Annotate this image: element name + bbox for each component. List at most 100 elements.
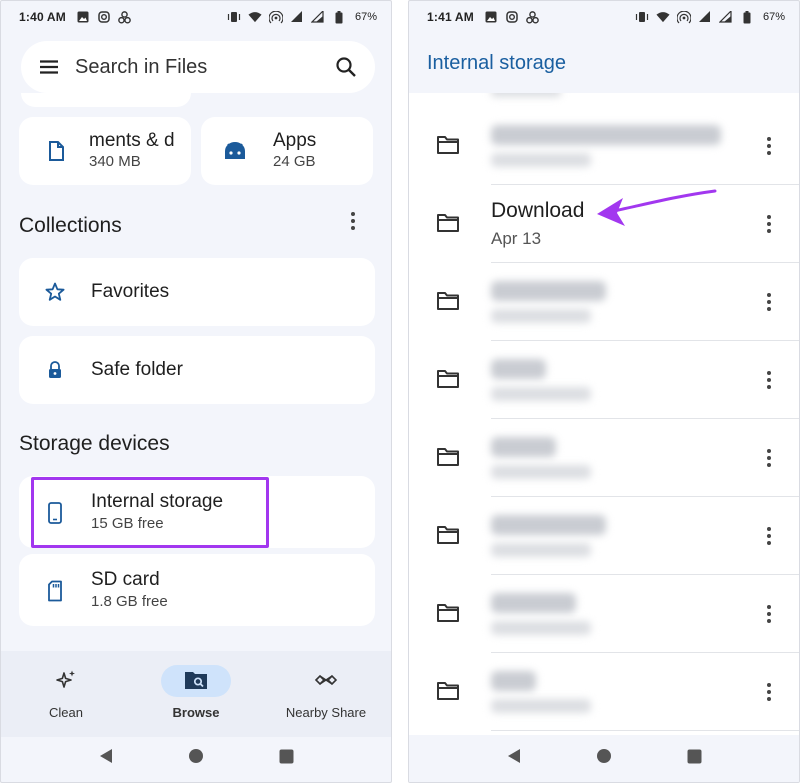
folder-more-icon[interactable] [759, 367, 779, 393]
storage-title: SD card [91, 569, 160, 590]
category-title: Apps [273, 130, 317, 151]
system-navigation-bar [409, 735, 799, 782]
blurred-folder-name [491, 359, 546, 379]
search-bar[interactable]: Search in Files [21, 41, 375, 93]
blurred-folder-date [491, 543, 591, 557]
collection-item-safe-folder[interactable]: Safe folder [19, 336, 375, 404]
blurred-folder-name [491, 671, 536, 691]
highlight-arrow [597, 189, 717, 226]
blurred-folder-name [491, 437, 556, 457]
folder-row[interactable] [409, 575, 799, 653]
recents-icon[interactable] [687, 749, 702, 769]
category-size: 340 MB [89, 153, 141, 170]
folder-name: Download [491, 199, 585, 222]
blurred-folder-date [491, 621, 591, 635]
row-divider [491, 730, 799, 731]
fan-notification-icon [118, 10, 132, 24]
category-documents[interactable]: ments & d 340 MB [19, 117, 191, 185]
status-bar: 1:41 AM 67% [409, 1, 799, 33]
browse-folder-icon [184, 670, 208, 693]
blurred-folder-date [491, 387, 591, 401]
folder-icon [436, 213, 460, 233]
folder-more-icon[interactable] [759, 289, 779, 315]
folder-more-icon[interactable] [759, 211, 779, 237]
page-title: Internal storage [427, 51, 566, 74]
lock-icon [45, 360, 65, 380]
blurred-folder-date [491, 699, 591, 713]
signal-icon-1 [698, 10, 712, 24]
wifi-icon [656, 10, 670, 24]
search-input[interactable]: Search in Files [75, 56, 335, 79]
battery-percent: 67% [354, 11, 377, 23]
signal-icon-1 [290, 10, 304, 24]
document-icon [45, 140, 67, 162]
instagram-notification-icon [505, 10, 519, 24]
menu-icon[interactable] [39, 57, 59, 77]
blurred-folder-name [491, 125, 721, 145]
folder-icon [436, 447, 460, 467]
folder-row[interactable] [409, 341, 799, 419]
scrolled-row-remnant [491, 93, 561, 97]
blurred-folder-date [491, 153, 591, 167]
storage-free: 1.8 GB free [91, 593, 168, 610]
star-icon [45, 282, 65, 302]
nearby-share-icon [314, 672, 338, 691]
collection-label: Safe folder [91, 359, 183, 380]
blurred-folder-date [491, 465, 591, 479]
android-app-icon [223, 140, 245, 162]
nav-browse[interactable]: Browse [131, 651, 261, 737]
fan-notification-icon [526, 10, 540, 24]
blurred-folder-name [491, 515, 606, 535]
recents-icon[interactable] [279, 749, 294, 769]
folder-more-icon[interactable] [759, 133, 779, 159]
back-icon[interactable] [507, 748, 521, 769]
nav-label: Browse [172, 705, 220, 720]
signal-icon-2 [719, 10, 733, 24]
storage-sd-card[interactable]: SD card 1.8 GB free [19, 554, 375, 626]
collection-label: Favorites [91, 281, 170, 302]
nav-label: Clean [49, 705, 83, 720]
folder-row[interactable] [409, 653, 799, 731]
home-icon[interactable] [596, 748, 612, 769]
home-icon[interactable] [188, 748, 204, 769]
app-bar: Internal storage [409, 33, 799, 93]
collections-more-icon[interactable] [343, 208, 363, 234]
folder-row[interactable] [409, 263, 799, 341]
folder-row[interactable] [409, 107, 799, 185]
nav-label: Nearby Share [285, 705, 367, 720]
folder-more-icon[interactable] [759, 445, 779, 471]
folder-icon [436, 135, 460, 155]
nav-nearby-share[interactable]: Nearby Share [261, 651, 391, 737]
signal-icon-2 [311, 10, 325, 24]
blurred-folder-name [491, 593, 576, 613]
folder-row[interactable] [409, 497, 799, 575]
folder-date: Apr 13 [491, 229, 542, 248]
collection-item-favorites[interactable]: Favorites [19, 258, 375, 326]
folder-icon [436, 369, 460, 389]
battery-icon [332, 10, 346, 24]
folder-icon [436, 525, 460, 545]
category-apps[interactable]: Apps 24 GB [201, 117, 373, 185]
folder-row[interactable] [409, 419, 799, 497]
highlight-box [31, 477, 269, 548]
folder-more-icon[interactable] [759, 601, 779, 627]
folder-more-icon[interactable] [759, 679, 779, 705]
back-icon[interactable] [99, 748, 113, 769]
battery-percent: 67% [762, 11, 785, 23]
status-bar: 1:40 AM 67% [1, 1, 391, 33]
gallery-notification-icon [484, 10, 498, 24]
system-navigation-bar [1, 735, 391, 782]
files-browse-screen: 1:40 AM 67% Search in Files ments & d 34… [0, 0, 392, 783]
folder-icon [436, 603, 460, 623]
battery-icon [740, 10, 754, 24]
nav-clean[interactable]: Clean [1, 651, 131, 737]
folder-more-icon[interactable] [759, 523, 779, 549]
blurred-folder-name [491, 281, 606, 301]
bottom-navigation: Clean Browse Nearby Share [1, 651, 391, 737]
search-icon[interactable] [335, 56, 357, 78]
category-card-peek [21, 93, 191, 107]
internal-storage-screen: 1:41 AM 67% Internal storage Download Apr… [408, 0, 800, 783]
wifi-icon [248, 10, 262, 24]
gallery-notification-icon [76, 10, 90, 24]
sd-card-icon [45, 580, 65, 602]
